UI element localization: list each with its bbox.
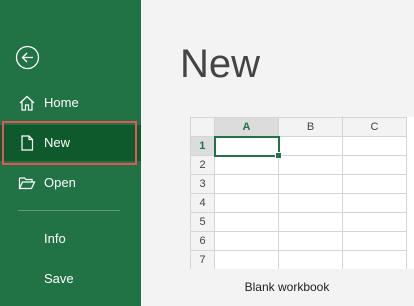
nav-item-new[interactable]: New bbox=[0, 125, 141, 161]
nav-item-label: Info bbox=[44, 231, 66, 246]
cell bbox=[342, 155, 407, 175]
page-title: New bbox=[180, 42, 261, 86]
cell bbox=[278, 212, 343, 232]
row-header: 3 bbox=[190, 174, 215, 194]
cell bbox=[342, 136, 407, 156]
cell bbox=[214, 193, 279, 213]
cell bbox=[278, 193, 343, 213]
template-caption[interactable]: Blank workbook bbox=[190, 280, 384, 294]
cell bbox=[342, 250, 407, 269]
sheet-preview: A B C 1 2 3 4 5 6 7 bbox=[190, 117, 407, 269]
back-button[interactable] bbox=[15, 45, 40, 70]
cell bbox=[278, 155, 343, 175]
cell bbox=[342, 174, 407, 194]
cell bbox=[278, 231, 343, 251]
row-header: 2 bbox=[190, 155, 215, 175]
nav-item-label: Open bbox=[44, 175, 76, 190]
cell bbox=[342, 193, 407, 213]
column-header: A bbox=[214, 117, 279, 138]
column-header: C bbox=[342, 117, 407, 137]
nav-item-open[interactable]: Open bbox=[0, 165, 141, 201]
nav-item-home[interactable]: Home bbox=[0, 85, 141, 121]
cell bbox=[278, 174, 343, 194]
cell bbox=[342, 212, 407, 232]
row-header: 7 bbox=[190, 250, 215, 269]
nav-item-label: New bbox=[44, 135, 71, 150]
folder-open-icon bbox=[18, 177, 36, 190]
sidebar-divider bbox=[18, 210, 120, 211]
home-icon bbox=[19, 95, 35, 111]
row-header: 6 bbox=[190, 231, 215, 251]
back-arrow-circle-icon bbox=[15, 45, 40, 70]
nav-item-label: Save bbox=[44, 271, 74, 286]
nav-item-info[interactable]: Info bbox=[0, 221, 141, 257]
new-document-icon bbox=[21, 135, 34, 151]
cell bbox=[214, 174, 279, 194]
nav-item-label: Home bbox=[44, 95, 79, 110]
corner-cell bbox=[190, 117, 215, 137]
cell bbox=[214, 250, 279, 269]
row-header: 4 bbox=[190, 193, 215, 213]
backstage-sidebar: Home New Open Info Save bbox=[0, 0, 141, 306]
cell bbox=[278, 250, 343, 269]
row-header: 1 bbox=[190, 136, 216, 156]
cell bbox=[214, 231, 279, 251]
cell bbox=[214, 212, 279, 232]
cell bbox=[342, 231, 407, 251]
cell bbox=[214, 155, 279, 175]
column-header: B bbox=[278, 117, 343, 137]
row-header: 5 bbox=[190, 212, 215, 232]
cell bbox=[278, 136, 343, 156]
blank-workbook-template[interactable]: A B C 1 2 3 4 5 6 7 bbox=[190, 117, 414, 269]
selected-cell bbox=[213, 135, 283, 160]
nav-item-save[interactable]: Save bbox=[0, 261, 141, 297]
